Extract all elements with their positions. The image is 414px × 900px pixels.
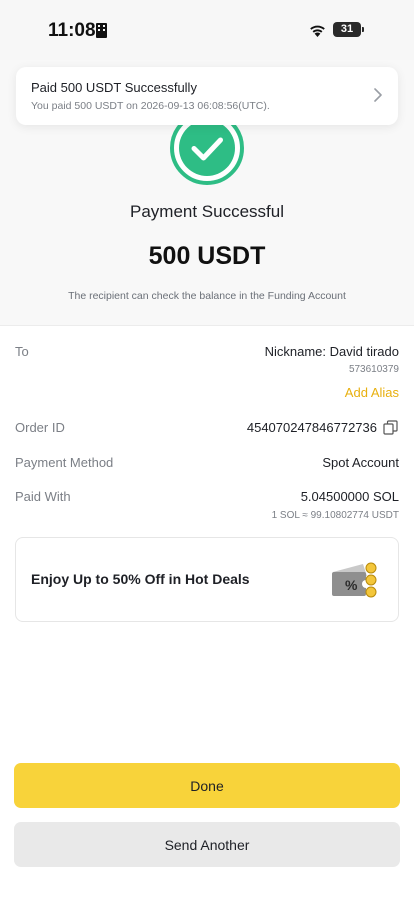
recipient-nickname: Nickname: David tirado	[264, 344, 399, 359]
building-icon	[96, 23, 107, 38]
wifi-icon	[310, 25, 325, 37]
battery-level: 31	[340, 23, 354, 35]
order-id-value: 454070247846772736	[246, 420, 377, 435]
exchange-rate: 1 SOL ≈ 99.10802774 USDT	[271, 510, 399, 521]
divider	[0, 325, 414, 326]
hot-deals-text: Enjoy Up to 50% Off in Hot Deals	[31, 571, 250, 587]
notification-banner[interactable]: Paid 500 USDT Successfully You paid 500 …	[16, 67, 398, 125]
payment-method-label: Payment Method	[15, 455, 114, 470]
done-button[interactable]: Done	[14, 763, 400, 808]
payment-method-value: Spot Account	[322, 455, 399, 470]
send-another-button[interactable]: Send Another	[14, 822, 400, 867]
notification-subtitle: You paid 500 USDT on 2026-09-13 06:08:56…	[31, 100, 270, 112]
status-time: 11:08	[48, 20, 96, 41]
chevron-right-icon	[374, 88, 382, 102]
hot-deals-banner[interactable]: Enjoy Up to 50% Off in Hot Deals %	[15, 537, 399, 622]
paid-with-label: Paid With	[15, 489, 71, 504]
discount-coupon-icon: %	[332, 562, 377, 598]
to-label: To	[15, 344, 29, 359]
notification-title: Paid 500 USDT Successfully	[31, 80, 197, 95]
order-id-label: Order ID	[15, 420, 65, 435]
battery-cap	[362, 27, 364, 32]
copy-icon[interactable]	[383, 420, 398, 435]
payment-note: The recipient can check the balance in t…	[68, 290, 346, 302]
payment-status-title: Payment Successful	[129, 202, 284, 221]
add-alias-link[interactable]: Add Alias	[345, 385, 399, 400]
recipient-id: 573610379	[348, 364, 399, 375]
paid-with-value: 5.04500000 SOL	[300, 489, 399, 504]
status-bar: 11:08 31	[0, 0, 414, 60]
payment-amount: 500 USDT	[148, 242, 266, 270]
battery-icon: 31	[333, 22, 361, 37]
svg-text:%: %	[345, 577, 358, 593]
